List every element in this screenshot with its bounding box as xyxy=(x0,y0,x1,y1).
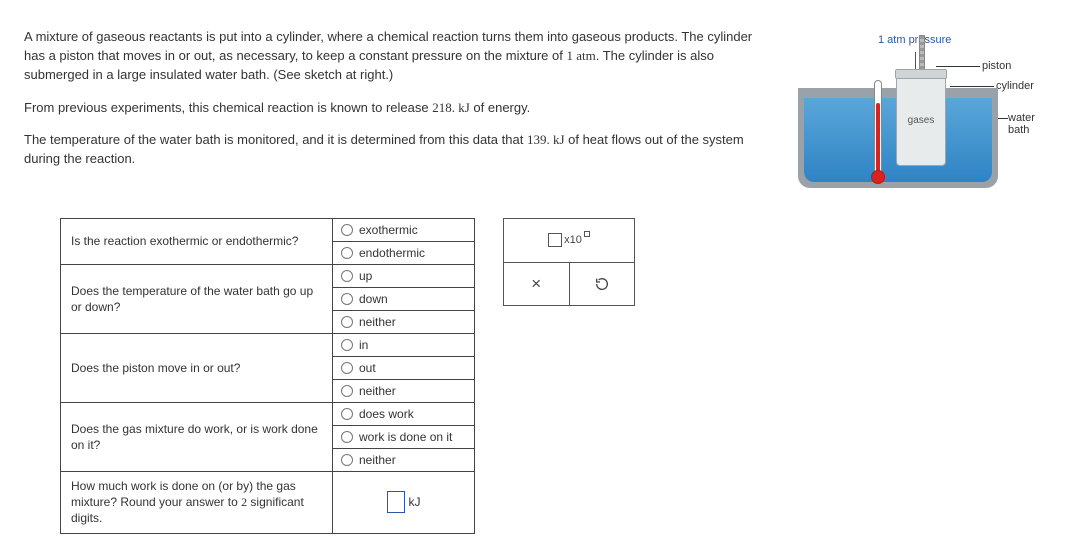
answer-table: Is the reaction exothermic or endothermi… xyxy=(60,218,475,534)
q2-text: Does the temperature of the water bath g… xyxy=(61,265,333,334)
q4-opt-does-work[interactable]: does work xyxy=(333,403,474,426)
label-water-bath: water bath xyxy=(1008,112,1056,136)
label-piston: piston xyxy=(982,60,1011,72)
q1-radio-exothermic[interactable] xyxy=(341,224,353,236)
problem-statement: A mixture of gaseous reactants is put in… xyxy=(24,28,756,198)
reset-button[interactable] xyxy=(570,263,635,306)
q1-text: Is the reaction exothermic or endothermi… xyxy=(61,219,333,265)
sci-notation-button[interactable]: x10 xyxy=(504,219,634,262)
q3-opt-neither[interactable]: neither xyxy=(333,380,474,402)
q2-radio-down[interactable] xyxy=(341,293,353,305)
label-atm-pressure: 1 atm pressure xyxy=(878,34,951,46)
piston-rod-icon xyxy=(919,35,925,71)
q1-radio-endothermic[interactable] xyxy=(341,247,353,259)
q3-radio-in[interactable] xyxy=(341,339,353,351)
q2-opt-neither[interactable]: neither xyxy=(333,311,474,333)
q4-opt-neither[interactable]: neither xyxy=(333,449,474,471)
q5-text: How much work is done on (or by) the gas… xyxy=(61,472,333,534)
q2-opt-down[interactable]: down xyxy=(333,288,474,311)
q2-radio-up[interactable] xyxy=(341,270,353,282)
q3-radio-neither[interactable] xyxy=(341,385,353,397)
q3-opt-out[interactable]: out xyxy=(333,357,474,380)
thermometer-bulb-icon xyxy=(871,170,885,184)
q1-opt-endothermic[interactable]: endothermic xyxy=(333,242,474,264)
sketch: 1 atm pressure piston cylinder water bat… xyxy=(776,28,1056,198)
q3-text: Does the piston move in or out? xyxy=(61,334,333,403)
q3-radio-out[interactable] xyxy=(341,362,353,374)
q4-radio-does-work[interactable] xyxy=(341,408,353,420)
label-gases: gases xyxy=(908,115,935,126)
cylinder-icon: gases xyxy=(896,74,946,166)
piston-icon xyxy=(895,69,947,79)
work-value-input[interactable] xyxy=(387,491,405,513)
thermometer-icon xyxy=(874,80,882,176)
close-icon: × xyxy=(531,274,541,294)
q4-radio-neither[interactable] xyxy=(341,454,353,466)
work-unit: kJ xyxy=(409,495,421,509)
clear-button[interactable]: × xyxy=(504,263,570,306)
label-cylinder: cylinder xyxy=(996,80,1034,92)
toolbox: x10 × xyxy=(503,218,635,306)
q1-opt-exothermic[interactable]: exothermic xyxy=(333,219,474,242)
q4-text: Does the gas mixture do work, or is work… xyxy=(61,403,333,472)
q3-opt-in[interactable]: in xyxy=(333,334,474,357)
q4-radio-work-done-on-it[interactable] xyxy=(341,431,353,443)
q4-opt-work-done-on-it[interactable]: work is done on it xyxy=(333,426,474,449)
reset-icon xyxy=(594,276,610,292)
q2-radio-neither[interactable] xyxy=(341,316,353,328)
q2-opt-up[interactable]: up xyxy=(333,265,474,288)
